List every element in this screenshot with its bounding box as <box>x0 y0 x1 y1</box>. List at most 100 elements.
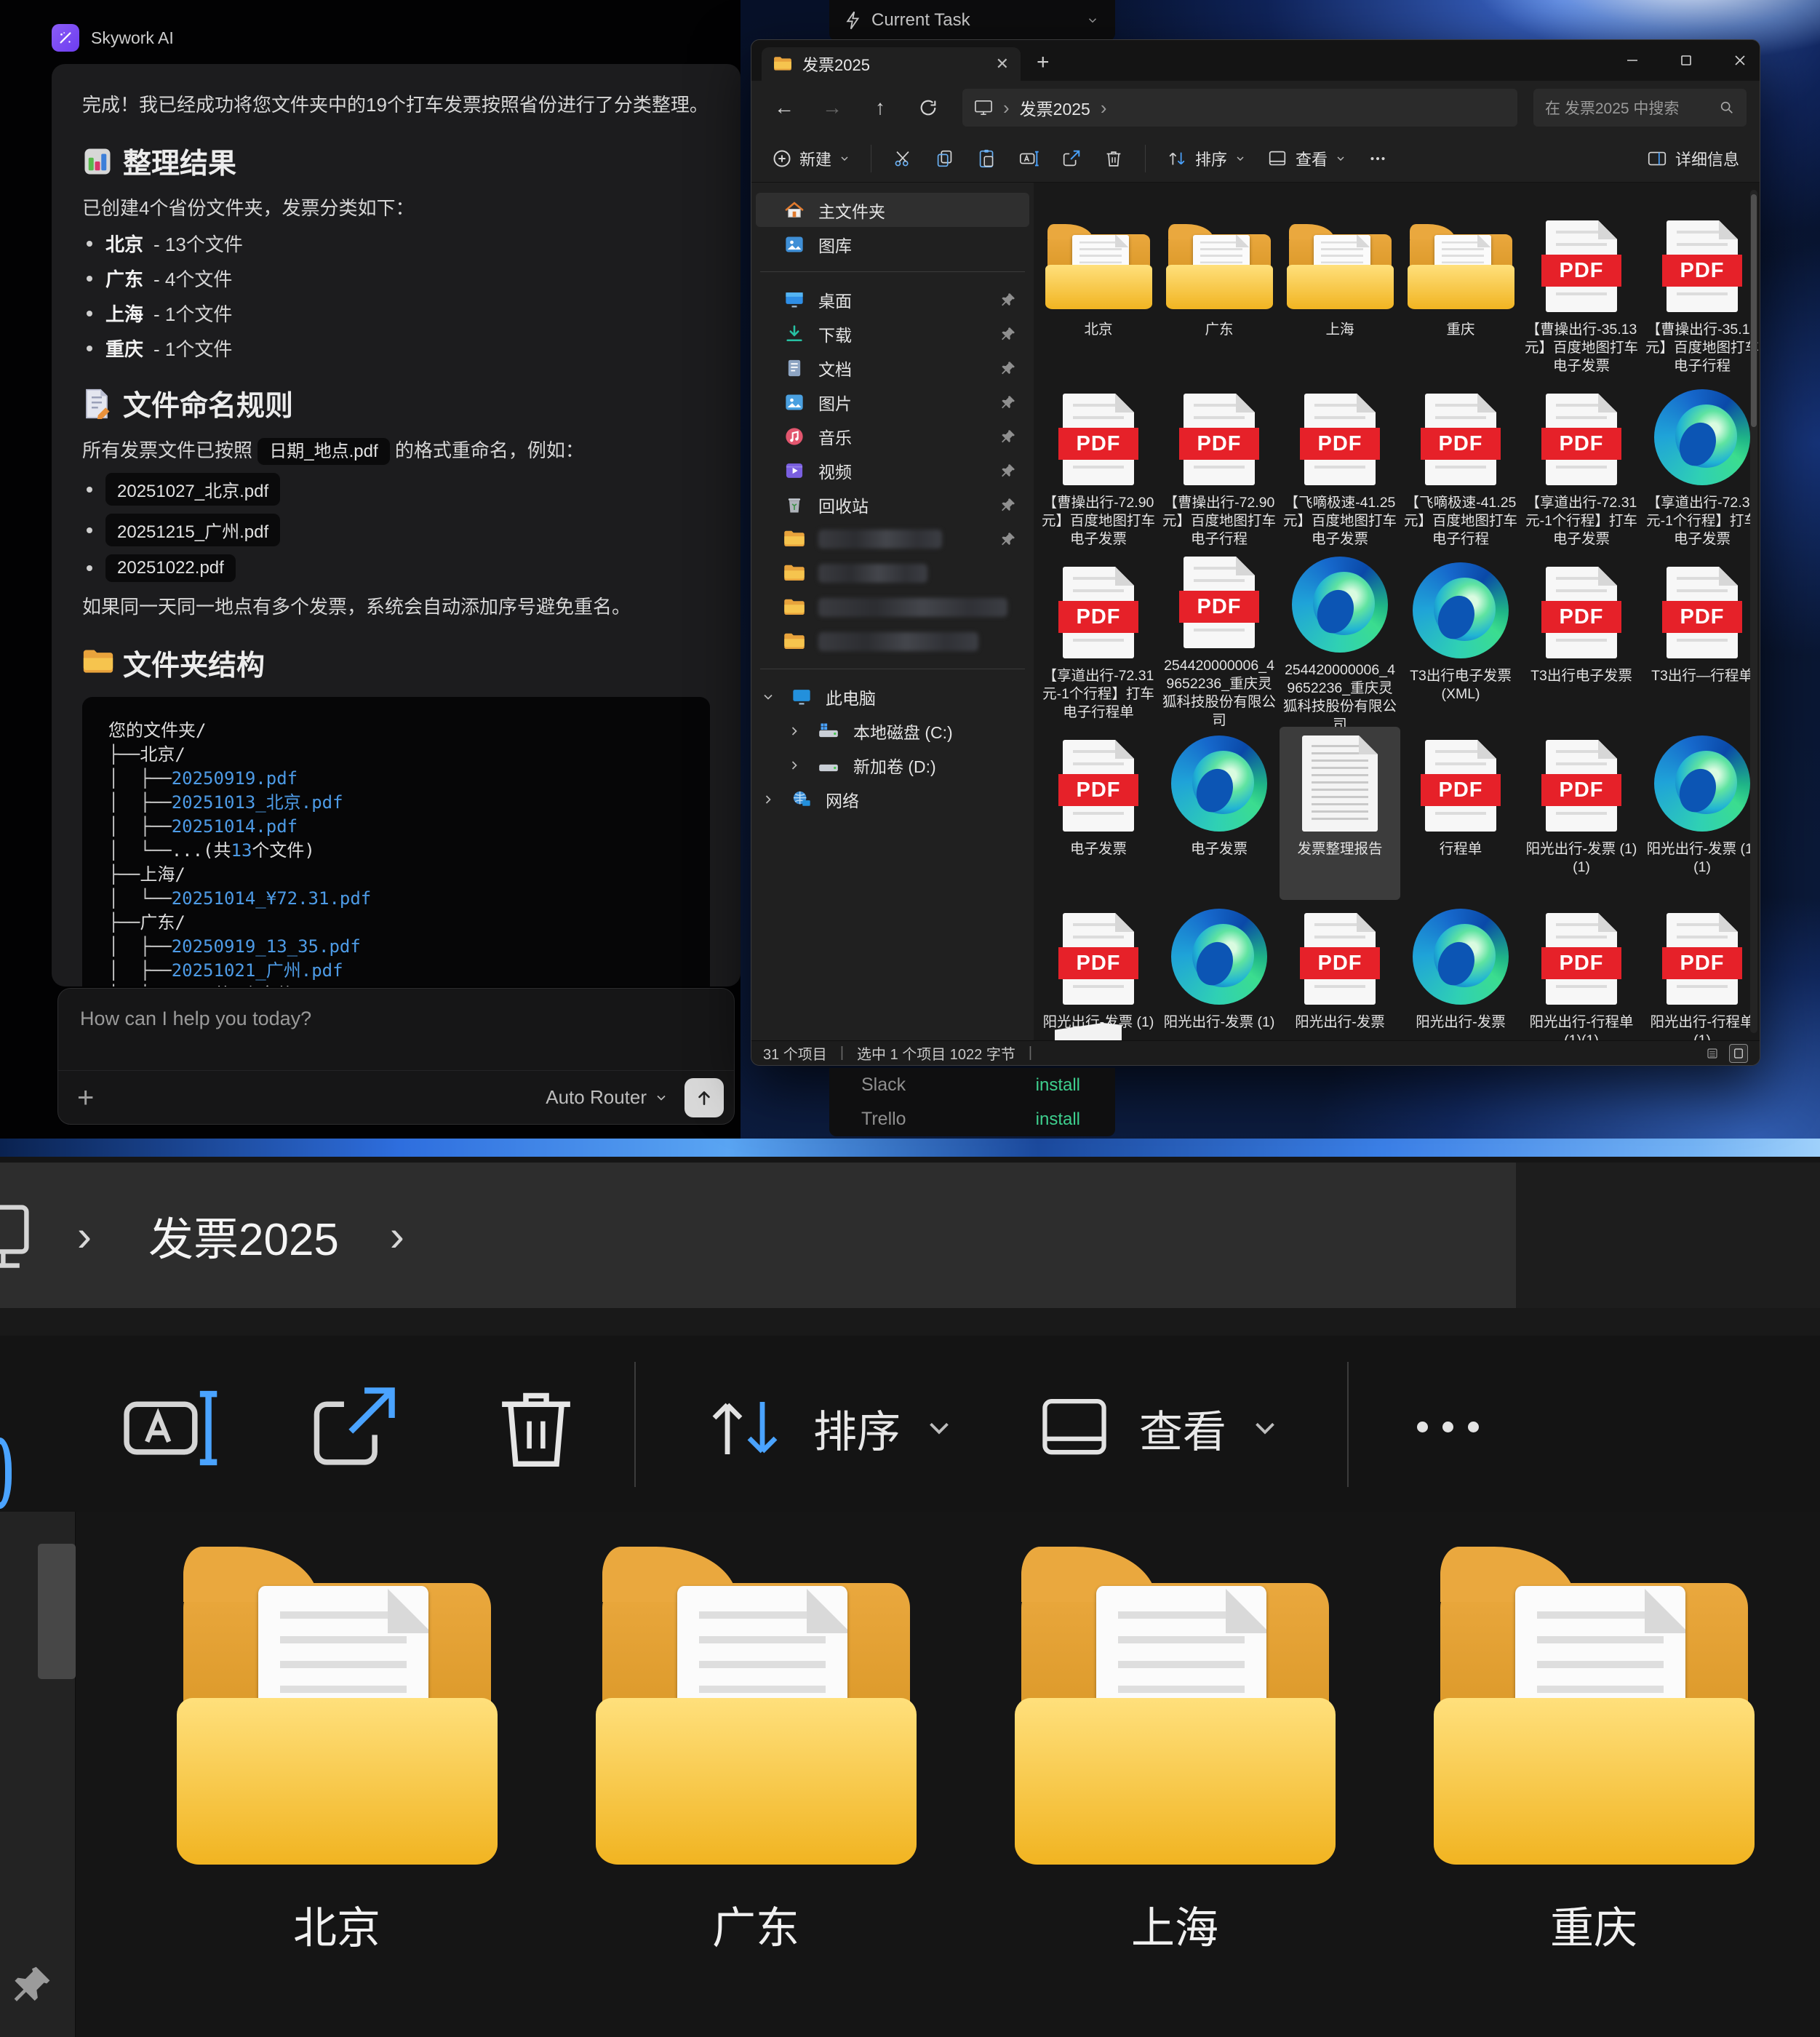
model-selector[interactable]: Auto Router <box>546 1086 668 1109</box>
file-tile[interactable]: PDF254420000006_49652236_重庆灵狐科技股份有限公司 <box>1159 554 1280 727</box>
rename-button[interactable] <box>116 1374 225 1483</box>
copy-button[interactable] <box>927 141 963 176</box>
file-tile[interactable]: PDF阳光出行-行程单 (1) <box>1642 900 1760 1040</box>
chevron-right-icon[interactable] <box>785 758 804 773</box>
paste-button[interactable] <box>969 141 1005 176</box>
sidebar-item-图库[interactable]: 图库 <box>751 227 1034 261</box>
sidebar-item-音乐[interactable]: 音乐 <box>751 419 1034 453</box>
sidebar-item-回收站[interactable]: 回收站 <box>751 487 1034 522</box>
file-tile[interactable]: PDF电子发票 <box>1038 727 1159 900</box>
file-tile[interactable]: PDFT3出行电子发票 <box>1521 554 1642 727</box>
file-tile[interactable]: PDF阳光出行-发票 <box>1280 900 1400 1040</box>
sort-button[interactable]: 排序 <box>1159 141 1253 176</box>
more-button[interactable] <box>1417 1422 1479 1432</box>
file-tile[interactable]: PDF行程单 <box>1400 727 1521 900</box>
view-button[interactable]: 查看 <box>1031 1374 1282 1483</box>
file-tile[interactable]: 重庆 <box>1400 207 1521 380</box>
app-install-link[interactable]: install <box>1036 1075 1080 1096</box>
rename-button[interactable] <box>1011 141 1047 176</box>
magnified-folder[interactable]: 重庆 <box>1430 1554 1757 1956</box>
file-tile[interactable]: 广东 <box>1159 207 1280 380</box>
sidebar-item-folder[interactable] <box>751 590 1034 624</box>
current-task-bar[interactable]: Current Task <box>829 0 1115 41</box>
file-label: 阳光出行-行程单 (1)(1) <box>1524 1013 1639 1040</box>
file-tile[interactable]: 发票整理报告 <box>1280 727 1400 900</box>
file-tile[interactable]: 阳光出行-发票 <box>1400 900 1521 1040</box>
sidebar-item-视频[interactable]: 视频 <box>751 453 1034 487</box>
file-tile[interactable]: PDF阳光出行-发票 (1)(1) <box>1521 727 1642 900</box>
scrollbar[interactable] <box>1750 190 1757 1033</box>
file-tile[interactable]: 【享道出行-72.31元-1个行程】打车电子发票 <box>1642 380 1760 554</box>
share-button[interactable] <box>300 1374 409 1483</box>
sidebar-item-folder[interactable] <box>751 522 1034 556</box>
app-install-link[interactable]: install <box>1036 1109 1080 1130</box>
tab-close-icon[interactable]: ✕ <box>996 55 1009 73</box>
chat-input[interactable]: How can I help you today? <box>80 1008 311 1030</box>
minimize-button[interactable] <box>1624 52 1640 68</box>
magnified-folder[interactable]: 上海 <box>1011 1554 1338 1956</box>
attach-button[interactable]: + <box>77 1083 94 1112</box>
chevron-right-icon[interactable] <box>785 724 804 738</box>
share-button[interactable] <box>1053 141 1090 176</box>
delete-button[interactable] <box>482 1374 591 1483</box>
new-tab-button[interactable]: + <box>1037 50 1050 75</box>
file-label: 【曹操出行-35.13元】百度地图打车电子行程 <box>1645 321 1760 375</box>
forward-button[interactable]: → <box>811 96 853 119</box>
file-tile[interactable]: PDF【飞嘀极速-41.25元】百度地图打车电子行程 <box>1400 380 1521 554</box>
magnified-folder[interactable]: 北京 <box>173 1554 500 1956</box>
view-button[interactable]: 查看 <box>1259 141 1354 176</box>
file-tile[interactable]: PDF【曹操出行-35.13元】百度地图打车电子行程 <box>1642 207 1760 380</box>
details-pane-button[interactable]: 详细信息 <box>1639 141 1747 176</box>
sidebar-item-桌面[interactable]: 桌面 <box>751 282 1034 316</box>
file-tile[interactable]: 电子发票 <box>1159 727 1280 900</box>
sidebar-item-本地磁盘 (C:)[interactable]: 本地磁盘 (C:) <box>751 714 1034 748</box>
cut-button[interactable] <box>885 141 921 176</box>
address-row: ← → ↑ › 发票2025 › 在 发票2025 中搜索 <box>751 81 1760 135</box>
sidebar-item-下载[interactable]: 下载 <box>751 316 1034 351</box>
file-tile[interactable]: T3出行电子发票 (XML) <box>1400 554 1521 727</box>
more-button[interactable] <box>1360 141 1396 176</box>
file-tile[interactable]: PDF【曹操出行-72.90元】百度地图打车电子行程 <box>1159 380 1280 554</box>
file-tile[interactable]: 阳光出行-发票 (1) <box>1159 900 1280 1040</box>
trash-icon <box>1103 148 1125 170</box>
icons-view-toggle[interactable] <box>1729 1044 1748 1063</box>
file-tile[interactable]: 254420000006_49652236_重庆灵狐科技股份有限公司 <box>1280 554 1400 727</box>
sidebar-item-此电脑[interactable]: 此电脑 <box>751 679 1034 714</box>
file-tile[interactable]: PDF【曹操出行-35.13元】百度地图打车电子发票 <box>1521 207 1642 380</box>
send-button[interactable] <box>685 1078 724 1117</box>
list-view-toggle[interactable] <box>1703 1044 1722 1063</box>
sort-button[interactable]: 排序 <box>698 1374 956 1483</box>
file-tile[interactable]: PDF【曹操出行-72.90元】百度地图打车电子发票 <box>1038 380 1159 554</box>
explorer-tab[interactable]: 发票2025 ✕ <box>762 47 1021 81</box>
chevron-right-icon[interactable] <box>759 792 778 807</box>
sidebar-item-图片[interactable]: 图片 <box>751 385 1034 419</box>
filename-chip: 20251022.pdf <box>105 554 236 582</box>
up-button[interactable]: ↑ <box>859 96 901 119</box>
delete-button[interactable] <box>1095 141 1132 176</box>
close-button[interactable] <box>1732 52 1748 68</box>
file-tile[interactable]: PDF阳光出行-发票 (1) <box>1038 900 1159 1040</box>
file-tile[interactable]: 阳光出行-发票 (1)(1) <box>1642 727 1760 900</box>
file-tile[interactable]: PDF【享道出行-72.31元-1个行程】打车电子发票 <box>1521 380 1642 554</box>
file-tile[interactable]: PDF【享道出行-72.31元-1个行程】打车电子行程单 <box>1038 554 1159 727</box>
maximize-button[interactable] <box>1678 52 1694 68</box>
sidebar-item-folder[interactable] <box>751 556 1034 590</box>
file-tile[interactable]: 上海 <box>1280 207 1400 380</box>
sidebar-item-folder[interactable] <box>751 624 1034 658</box>
breadcrumb[interactable]: › 发票2025 › <box>962 89 1517 127</box>
magnified-folder[interactable]: 广东 <box>592 1554 919 1956</box>
sidebar-item-新加卷 (D:)[interactable]: 新加卷 (D:) <box>751 748 1034 782</box>
search-box[interactable]: 在 发票2025 中搜索 <box>1533 89 1747 127</box>
file-tile[interactable]: 北京 <box>1038 207 1159 380</box>
magnified-breadcrumb[interactable]: › 发票2025 › <box>0 1163 1820 1308</box>
file-tile[interactable]: PDF【飞嘀极速-41.25元】百度地图打车电子发票 <box>1280 380 1400 554</box>
back-button[interactable]: ← <box>763 96 805 119</box>
refresh-button[interactable] <box>907 97 949 118</box>
chevron-down-icon[interactable] <box>759 690 778 704</box>
file-tile[interactable]: PDFT3出行—行程单 <box>1642 554 1760 727</box>
file-tile[interactable]: PDF阳光出行-行程单 (1)(1) <box>1521 900 1642 1040</box>
sidebar-item-文档[interactable]: 文档 <box>751 351 1034 385</box>
new-button[interactable]: 新建 <box>765 141 858 176</box>
sidebar-item-网络[interactable]: 网络 <box>751 782 1034 816</box>
sidebar-item-主文件夹[interactable]: 主文件夹 <box>756 193 1029 227</box>
